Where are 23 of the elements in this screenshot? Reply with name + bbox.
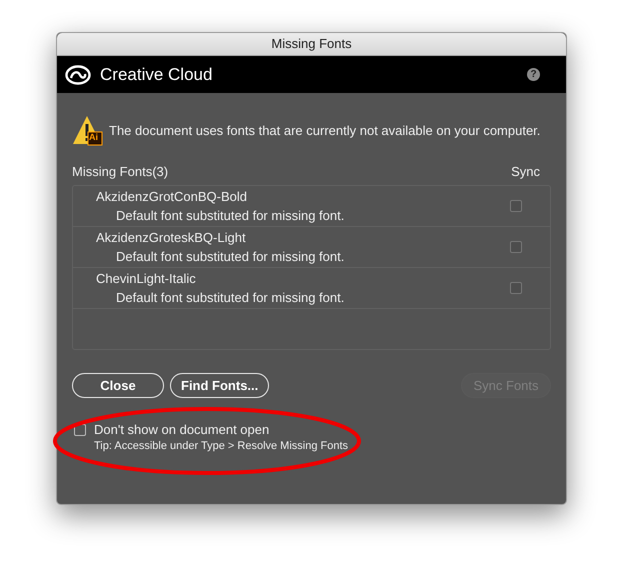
sync-checkbox[interactable] xyxy=(510,282,522,294)
font-note: Default font substituted for missing font. xyxy=(116,290,346,305)
font-name: AkzidenzGroteskBQ-Light xyxy=(96,230,247,245)
dont-show-checkbox[interactable] xyxy=(74,424,86,436)
font-name: AkzidenzGrotConBQ-Bold xyxy=(96,189,248,204)
brand-name: Creative Cloud xyxy=(100,64,214,84)
font-note: Default font substituted for missing font. xyxy=(116,208,346,223)
close-button[interactable]: Close xyxy=(72,373,164,398)
sync-checkbox[interactable] xyxy=(510,200,522,212)
font-name: ChevinLight-Italic xyxy=(96,271,197,286)
window-title: Missing Fonts xyxy=(57,33,566,56)
tip-text: Tip: Accessible under Type > Resolve Missing Fonts xyxy=(94,440,348,452)
column-heading: Sync xyxy=(511,164,540,179)
warning-message: The document uses fonts that are currently not available on your computer. xyxy=(109,123,540,138)
find-fonts-button[interactable]: Find Fonts... xyxy=(170,373,270,398)
font-note: Default font substituted for missing font. xyxy=(116,249,346,264)
app-label: Ai xyxy=(89,132,98,143)
warning-icon xyxy=(72,115,103,146)
list-heading: Missing Fonts(3) xyxy=(72,164,168,179)
help-button[interactable]: ? xyxy=(527,68,540,81)
cloud-logo-icon xyxy=(65,64,91,84)
sync-checkbox[interactable] xyxy=(510,241,522,253)
checkbox-label: Don't show on document open xyxy=(94,422,270,437)
